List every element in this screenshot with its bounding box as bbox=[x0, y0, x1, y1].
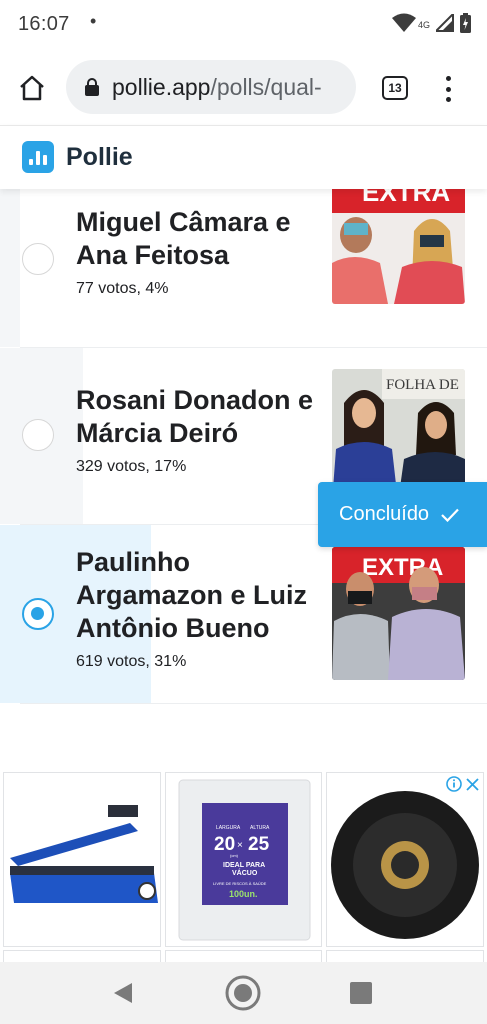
option-photo: EXTRA bbox=[332, 189, 465, 304]
address-bar[interactable]: pollie.app/polls/qual- bbox=[66, 60, 356, 114]
check-icon bbox=[441, 508, 459, 522]
status-bar: 16:07 • 4G bbox=[0, 0, 487, 50]
battery-icon bbox=[460, 12, 471, 38]
bag-unit: (cm) bbox=[230, 853, 239, 858]
close-icon[interactable] bbox=[466, 777, 479, 791]
option-radio[interactable] bbox=[22, 419, 54, 451]
url-host: pollie.app bbox=[112, 73, 211, 100]
app-header: Pollie bbox=[0, 125, 487, 189]
adchoices-info-icon[interactable] bbox=[446, 776, 462, 792]
bar-chart-icon[interactable] bbox=[22, 141, 54, 173]
option-votes: 77 votos, 4% bbox=[76, 280, 169, 297]
option-votes: 329 votos, 17% bbox=[76, 458, 187, 475]
heat-sealer-image bbox=[4, 773, 160, 946]
option-votes: 619 votos, 31% bbox=[76, 653, 187, 670]
bag-width-label: LARGURA bbox=[216, 825, 241, 831]
option-radio-checked[interactable] bbox=[22, 598, 54, 630]
network-label: 4G bbox=[417, 20, 430, 30]
option-name: Paulinho Argamazon e Luiz Antônio Bueno bbox=[76, 547, 308, 643]
option-name: Miguel Câmara e Ana Feitosa bbox=[76, 207, 291, 270]
back-icon[interactable] bbox=[112, 981, 134, 1005]
app-name[interactable]: Pollie bbox=[66, 143, 133, 172]
ad-item[interactable] bbox=[3, 772, 161, 947]
poll-options-list: Miguel Câmara e Ana Feitosa 77 votos, 4%… bbox=[0, 189, 487, 709]
status-dot: • bbox=[90, 11, 97, 31]
wifi-icon bbox=[391, 13, 416, 38]
ad-choices[interactable] bbox=[446, 776, 479, 792]
lock-icon bbox=[85, 78, 99, 96]
bag-width: 20 bbox=[214, 834, 235, 855]
url-path: /polls/qual- bbox=[210, 73, 322, 100]
more-vert-icon[interactable] bbox=[440, 74, 456, 104]
system-nav-bar bbox=[0, 962, 487, 1024]
url-text: pollie.app/polls/qual- bbox=[112, 74, 322, 101]
photo-label: FOLHA DE bbox=[386, 377, 459, 393]
option-name: Rosani Donadon e Márcia Deiró bbox=[76, 385, 314, 448]
bag-count: 100un. bbox=[229, 889, 258, 899]
photo-label: EXTRA bbox=[362, 189, 450, 207]
browser-toolbar: pollie.app/polls/qual- 13 bbox=[0, 50, 487, 125]
home-button[interactable] bbox=[16, 72, 48, 104]
bag-times: × bbox=[237, 840, 243, 851]
ad-row-2 bbox=[0, 950, 487, 962]
option-radio[interactable] bbox=[22, 243, 54, 275]
bag-ideal: IDEAL PARA bbox=[223, 862, 265, 869]
recents-icon[interactable] bbox=[350, 982, 372, 1004]
ad-item[interactable] bbox=[326, 772, 484, 947]
signal-icon bbox=[433, 11, 454, 37]
done-toast-button[interactable]: Concluído bbox=[318, 482, 487, 547]
option-photo: EXTRA bbox=[332, 547, 465, 680]
ad-item[interactable]: LARGURA ALTURA 20 × 25 (cm) IDEAL PARA V… bbox=[165, 772, 322, 947]
bag-height-label: ALTURA bbox=[250, 825, 270, 831]
knob-image bbox=[327, 773, 483, 946]
poll-option-selected[interactable]: Paulinho Argamazon e Luiz Antônio Bueno … bbox=[0, 525, 487, 703]
poll-option[interactable]: Miguel Câmara e Ana Feitosa 77 votos, 4%… bbox=[0, 189, 487, 347]
status-time: 16:07 bbox=[18, 13, 70, 35]
ad-banner[interactable]: LARGURA ALTURA 20 × 25 (cm) IDEAL PARA V… bbox=[0, 770, 487, 960]
toast-label: Concluído bbox=[339, 503, 430, 525]
bag-height: 25 bbox=[248, 834, 270, 855]
bag-bpa: LIVRE DE RISCOS À SAÚDE bbox=[213, 881, 267, 886]
home-circle-icon[interactable] bbox=[224, 974, 262, 1012]
home-icon bbox=[20, 75, 44, 101]
tabs-button[interactable]: 13 bbox=[382, 76, 408, 100]
tab-count: 13 bbox=[388, 81, 402, 95]
status-icons: 4G bbox=[391, 11, 471, 38]
result-bar bbox=[0, 189, 20, 347]
bag-vacuo: VÁCUO bbox=[232, 868, 258, 877]
option-divider bbox=[20, 703, 487, 704]
